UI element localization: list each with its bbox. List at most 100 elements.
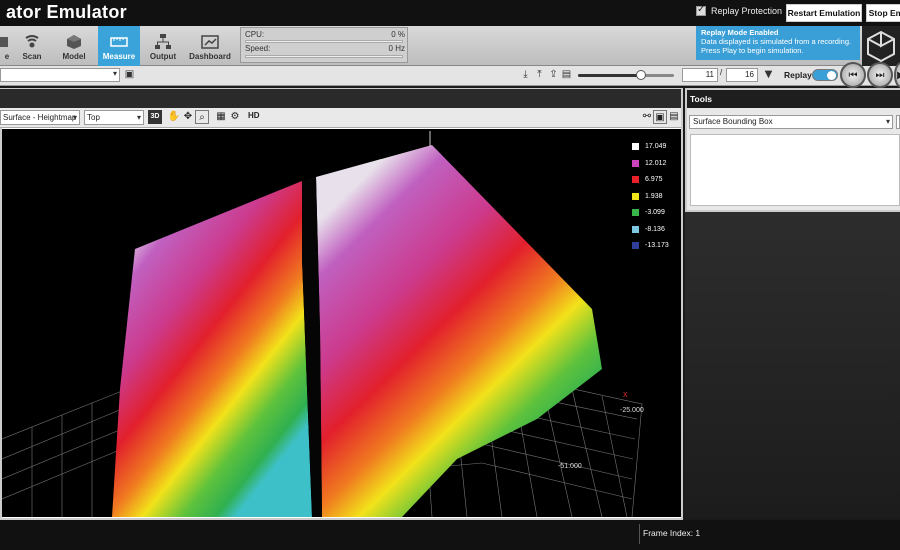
hd-toggle[interactable]: HD (248, 111, 260, 120)
total-frames-field: 16 (726, 68, 758, 82)
replay-protection-toggle[interactable]: Replay Protection (696, 4, 783, 16)
legend-swatch (632, 209, 639, 216)
link-icon[interactable]: ⚯ (640, 110, 654, 124)
performance-stats: CPU: 0 % Speed: 0 Hz (240, 27, 408, 63)
speed-bar (245, 55, 403, 58)
legend-value: 6.975 (645, 176, 663, 183)
tools-header: Tools (687, 90, 900, 108)
legend-value: -13.173 (645, 242, 669, 249)
save-icon[interactable]: ▣ (124, 69, 135, 80)
upload-icon[interactable]: ⤒ (534, 69, 545, 80)
step-back-button[interactable]: ⏮ (840, 62, 866, 88)
tab-model[interactable]: Model (54, 26, 94, 66)
view-mode-select[interactable]: Surface - Heightmap ▾ (0, 110, 80, 125)
y-axis-tick: -51.000 (558, 463, 582, 470)
tab-measure[interactable]: Measure (98, 26, 140, 66)
dashboard-icon (201, 35, 219, 49)
frame-separator: / (720, 68, 723, 77)
replay-notice-line2: Press Play to begin simulation. (701, 46, 804, 55)
right-empty-area (685, 212, 900, 518)
pan-hand-icon[interactable]: ✋ (167, 110, 181, 124)
legend-entry: 17.049 (632, 143, 666, 150)
legend-swatch (632, 143, 639, 150)
legend-value: 12.012 (645, 159, 667, 167)
layout-icon[interactable]: ▤ (667, 110, 681, 124)
model-cube-icon (67, 35, 81, 49)
delete-icon[interactable]: ▤ (561, 69, 572, 80)
zoom-icon[interactable]: ⌕ (195, 110, 209, 124)
add-tool-button[interactable] (896, 115, 900, 129)
step-back-icon: ⏮ (848, 69, 858, 81)
replay-mode-notice: Replay Mode Enabled Data displayed is si… (696, 26, 860, 60)
restart-emulation-button[interactable]: Restart Emulation (786, 4, 862, 22)
x-axis-label: X (623, 392, 628, 399)
cpu-label: CPU: (245, 30, 265, 39)
replay-toggle[interactable] (812, 69, 838, 81)
stop-emulation-button[interactable]: Stop Em (866, 4, 900, 22)
step-forward-icon: ⏭ (875, 69, 885, 81)
recording-select[interactable]: ▾ (0, 68, 120, 82)
chevron-down-icon: ▾ (136, 113, 141, 122)
filter-icon[interactable]: ▼ (763, 69, 774, 80)
cpu-bar (245, 40, 403, 43)
playback-slider-fill (578, 74, 640, 77)
mode-3d-button[interactable]: 3D (148, 110, 162, 124)
playback-slider-thumb[interactable] (636, 70, 646, 80)
replay-notice-line1: Data displayed is simulated from a recor… (701, 37, 852, 46)
view-mode-value: Surface - Heightmap (3, 113, 77, 122)
viewer-header (0, 89, 681, 108)
tab-label: e (4, 52, 10, 61)
legend-value: -3.099 (645, 209, 665, 216)
legend-swatch (632, 176, 639, 183)
measure-ruler-icon (110, 37, 128, 47)
tab-label: Dashboard (189, 52, 231, 61)
legend-value: 1.938 (645, 192, 663, 200)
legend-entry: 6.975 (632, 176, 663, 183)
replay-notice-title: Replay Mode Enabled (701, 28, 779, 37)
output-network-icon (155, 34, 171, 49)
legend-entry: -13.173 (632, 242, 669, 249)
x-axis-tick: -25.000 (620, 407, 644, 414)
rotate-icon[interactable]: ✥ (181, 110, 195, 124)
surface-left (112, 181, 312, 517)
status-bar (0, 520, 900, 550)
legend-swatch (632, 225, 639, 233)
legend-entry: -3.099 (632, 209, 665, 216)
frame-index-label: Frame Index: 1 (643, 528, 701, 538)
status-separator (639, 524, 640, 544)
legend-entry: 1.938 (632, 192, 663, 200)
app-title: ator Emulator (6, 2, 127, 22)
tab-scan[interactable]: Scan (14, 26, 50, 66)
tab-label: Measure (102, 52, 136, 61)
download-icon[interactable]: ⤓ (520, 69, 531, 80)
view-angle-select[interactable]: Top ▾ (84, 110, 144, 125)
tool-type-select[interactable]: Surface Bounding Box ▾ (689, 115, 893, 129)
grid-icon[interactable]: ▦ (214, 110, 228, 124)
replay-protection-label: Replay Protection (711, 6, 783, 16)
3d-heightmap-viewport[interactable]: X -25.000 -51.000 17.049 12.012 6.975 1.938… (2, 129, 681, 517)
legend-swatch (632, 192, 639, 200)
tab-label: Output (149, 52, 177, 61)
settings-icon[interactable]: ⚙ (228, 110, 242, 124)
replay-label: Replay (784, 70, 812, 80)
view-angle-value: Top (87, 113, 100, 122)
tab-dashboard[interactable]: Dashboard (186, 26, 234, 66)
speed-value: 0 Hz (388, 44, 405, 53)
step-forward-button[interactable]: ⏭ (867, 62, 893, 88)
export-icon[interactable]: ⇪ (548, 69, 559, 80)
chevron-down-icon: ▾ (885, 117, 890, 126)
chevron-down-icon: ▾ (112, 69, 117, 78)
cpu-value: 0 % (391, 30, 405, 39)
chevron-down-icon: ▾ (72, 113, 77, 122)
replay-protection-checkbox[interactable] (696, 4, 706, 16)
current-frame-field[interactable]: 11 (682, 68, 718, 82)
legend-value: -8.136 (645, 225, 665, 233)
screenshot-icon[interactable]: ▣ (653, 110, 667, 124)
legend-value: 17.049 (645, 143, 667, 150)
tab-label: Scan (22, 52, 42, 61)
tool-list[interactable] (690, 134, 900, 206)
tab-partial[interactable]: e (0, 26, 14, 66)
brand-logo-icon (867, 30, 895, 63)
tab-label: Model (62, 52, 86, 61)
tab-output[interactable]: Output (144, 26, 182, 66)
